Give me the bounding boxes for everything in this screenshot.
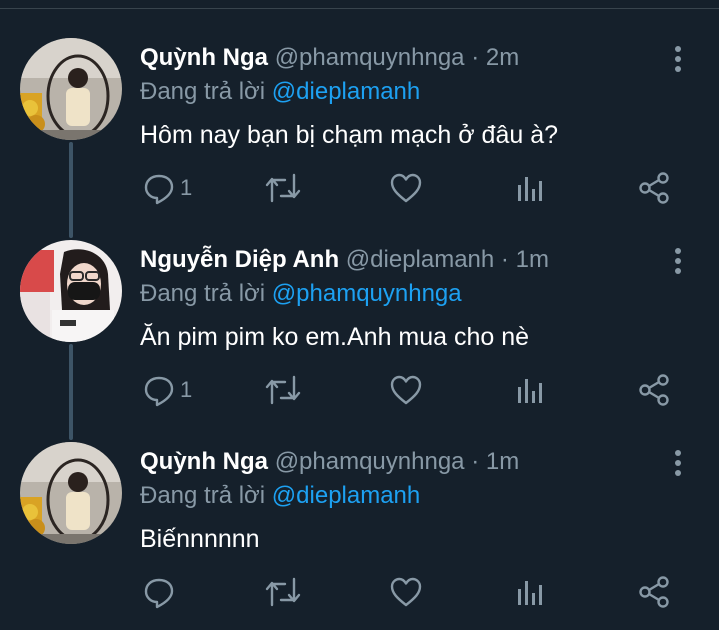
analytics-button[interactable] xyxy=(515,168,545,208)
analytics-icon xyxy=(518,177,542,201)
separator-dot: · xyxy=(471,448,480,475)
username[interactable]: @phamquynhnga xyxy=(275,448,465,475)
display-name[interactable]: Nguyễn Diệp Anh xyxy=(140,246,339,273)
action-bar: 1 xyxy=(0,168,719,208)
reply-icon xyxy=(144,174,174,205)
replying-to: Đang trả lời @dieplamanh xyxy=(140,480,420,512)
tweet[interactable]: Quỳnh Nga @phamquynhnga · 2m Đang trả lờ… xyxy=(0,38,719,240)
share-icon xyxy=(639,172,669,204)
action-bar: 1 xyxy=(0,370,719,410)
tweet-thread: Quỳnh Nga @phamquynhnga · 2m Đang trả lờ… xyxy=(0,0,719,630)
username[interactable]: @phamquynhnga xyxy=(275,44,465,71)
avatar[interactable] xyxy=(20,240,122,342)
like-button[interactable] xyxy=(389,370,423,410)
separator-dot: · xyxy=(500,246,509,273)
share-button[interactable] xyxy=(637,572,671,612)
analytics-icon xyxy=(518,379,542,403)
retweet-icon xyxy=(265,375,301,405)
replying-prefix: Đang trả lời xyxy=(140,78,266,105)
avatar-photo xyxy=(20,442,122,544)
analytics-icon xyxy=(518,581,542,605)
display-name[interactable]: Quỳnh Nga xyxy=(140,44,268,71)
reply-icon xyxy=(144,578,174,609)
share-icon xyxy=(639,374,669,406)
retweet-icon xyxy=(265,577,301,607)
replying-prefix: Đang trả lời xyxy=(140,482,266,509)
replying-prefix: Đang trả lời xyxy=(140,280,266,307)
tweet-header: Quỳnh Nga @phamquynhnga · 2m xyxy=(140,42,519,74)
timestamp[interactable]: 1m xyxy=(516,246,549,273)
tweet[interactable]: Quỳnh Nga @phamquynhnga · 1m Đang trả lờ… xyxy=(0,442,719,630)
retweet-button[interactable] xyxy=(264,572,302,612)
action-bar xyxy=(0,572,719,612)
heart-icon xyxy=(390,577,422,607)
analytics-button[interactable] xyxy=(515,572,545,612)
mention-link[interactable]: @dieplamanh xyxy=(272,78,420,105)
heart-icon xyxy=(390,375,422,405)
avatar-photo xyxy=(20,240,122,342)
timestamp[interactable]: 2m xyxy=(486,44,519,71)
separator-dot: · xyxy=(471,44,480,71)
display-name[interactable]: Quỳnh Nga xyxy=(140,448,268,475)
heart-icon xyxy=(390,173,422,203)
reply-button[interactable]: 1 xyxy=(142,168,192,208)
more-vertical-icon[interactable] xyxy=(664,44,692,74)
tweet-text: Biếnnnnnn xyxy=(140,525,260,553)
reply-button[interactable]: 1 xyxy=(142,370,192,410)
avatar-photo xyxy=(20,38,122,140)
retweet-icon xyxy=(265,173,301,203)
tweet-header: Nguyễn Diệp Anh @dieplamanh · 1m xyxy=(140,244,549,276)
retweet-button[interactable] xyxy=(264,370,302,410)
analytics-button[interactable] xyxy=(515,370,545,410)
reply-count: 1 xyxy=(180,175,193,200)
tweet-header: Quỳnh Nga @phamquynhnga · 1m xyxy=(140,446,519,478)
reply-button[interactable] xyxy=(142,572,180,612)
like-button[interactable] xyxy=(389,168,423,208)
tweet-text: Hôm nay bạn bị chạm mạch ở đâu à? xyxy=(140,121,559,149)
tweet-text: Ăn pim pim ko em.Anh mua cho nè xyxy=(140,323,530,351)
top-divider xyxy=(0,8,719,9)
tweet[interactable]: Nguyễn Diệp Anh @dieplamanh · 1m Đang tr… xyxy=(0,240,719,442)
mention-link[interactable]: @phamquynhnga xyxy=(272,280,462,307)
share-button[interactable] xyxy=(637,370,671,410)
mention-link[interactable]: @dieplamanh xyxy=(272,482,420,509)
timestamp[interactable]: 1m xyxy=(486,448,519,475)
retweet-button[interactable] xyxy=(264,168,302,208)
replying-to: Đang trả lời @phamquynhnga xyxy=(140,278,462,310)
avatar[interactable] xyxy=(20,442,122,544)
replying-to: Đang trả lời @dieplamanh xyxy=(140,76,420,108)
reply-icon xyxy=(144,376,174,407)
more-vertical-icon[interactable] xyxy=(664,246,692,276)
reply-count: 1 xyxy=(180,377,193,402)
more-vertical-icon[interactable] xyxy=(664,448,692,478)
share-icon xyxy=(639,576,669,608)
like-button[interactable] xyxy=(389,572,423,612)
avatar[interactable] xyxy=(20,38,122,140)
username[interactable]: @dieplamanh xyxy=(346,246,494,273)
share-button[interactable] xyxy=(637,168,671,208)
